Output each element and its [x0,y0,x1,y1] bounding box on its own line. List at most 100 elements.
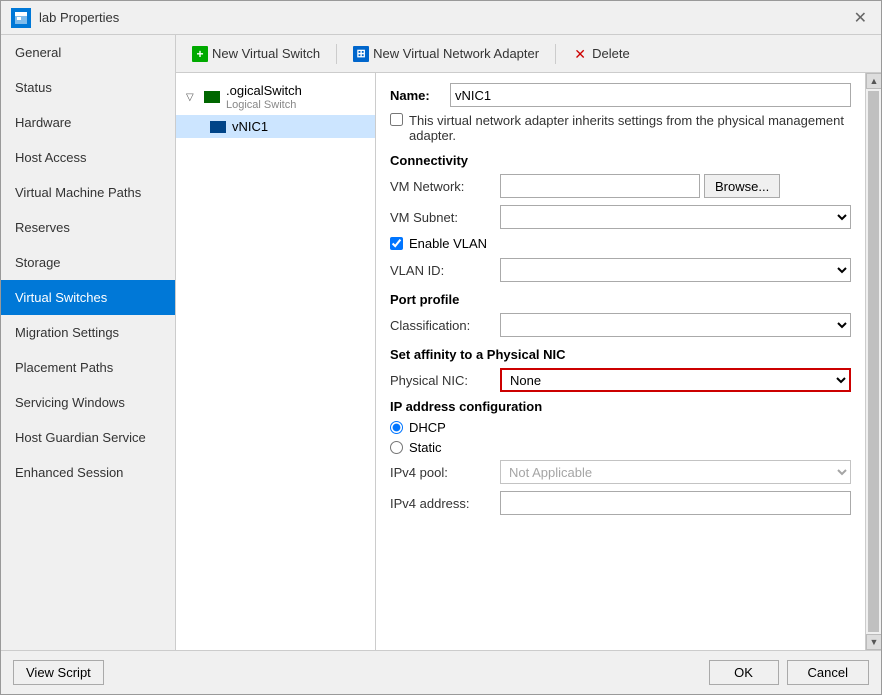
ipv4-pool-select[interactable]: Not Applicable [500,460,851,484]
main-content: General Status Hardware Host Access Virt… [1,35,881,650]
new-switch-icon: + [192,46,208,62]
classification-row: Classification: [390,313,851,337]
classification-label: Classification: [390,318,500,333]
sidebar-item-status[interactable]: Status [1,70,175,105]
title-bar: lab Properties ✕ [1,1,881,35]
ipv4-pool-row: IPv4 pool: Not Applicable [390,460,851,484]
name-row: Name: [390,83,851,107]
physical-nic-select[interactable]: None [500,368,851,392]
new-virtual-switch-button[interactable]: + New Virtual Switch [186,43,326,65]
bottom-bar: View Script OK Cancel [1,650,881,694]
vm-subnet-label: VM Subnet: [390,210,500,225]
ipv4-address-value [500,491,851,515]
tree-switch-node[interactable]: ▽ .ogicalSwitch Logical Switch [176,79,375,115]
tree-pane: ▽ .ogicalSwitch Logical Switch vNIC1 [176,73,376,650]
connectivity-header: Connectivity [390,153,851,168]
scroll-up-arrow[interactable]: ▲ [866,73,881,89]
tree-switch-container: .ogicalSwitch Logical Switch [226,83,302,111]
enable-vlan-label: Enable VLAN [409,236,487,251]
tree-nic-node[interactable]: vNIC1 [176,115,375,138]
classification-value [500,313,851,337]
port-profile-header: Port profile [390,292,851,307]
sidebar-item-host-access[interactable]: Host Access [1,140,175,175]
scrollbar: ▲ ▼ [865,73,881,650]
panel-body: ▽ .ogicalSwitch Logical Switch vNIC1 [176,73,881,650]
sidebar-item-guardian[interactable]: Host Guardian Service [1,420,175,455]
sidebar-item-enhanced[interactable]: Enhanced Session [1,455,175,490]
window-title: lab Properties [39,10,119,25]
tree-switch-label: .ogicalSwitch [226,83,302,98]
ipv4-address-label: IPv4 address: [390,496,500,511]
detail-pane: Name: This virtual network adapter inher… [376,73,865,650]
tree-nic-label: vNIC1 [232,119,268,134]
name-input[interactable] [450,83,851,107]
new-adapter-icon: ⊞ [353,46,369,62]
switch-icon [204,91,220,103]
sidebar-scroll: General Status Hardware Host Access Virt… [1,35,175,650]
vlan-id-row: VLAN ID: [390,258,851,282]
tree-expand-icon: ▽ [186,92,200,103]
bottom-left: View Script [13,660,104,685]
sidebar-item-servicing[interactable]: Servicing Windows [1,385,175,420]
dhcp-label: DHCP [409,420,446,435]
sidebar-item-general[interactable]: General [1,35,175,70]
vm-subnet-select[interactable] [500,205,851,229]
main-window: lab Properties ✕ General Status Hardware… [0,0,882,695]
ok-button[interactable]: OK [709,660,779,685]
vlan-id-value [500,258,851,282]
vm-network-row: VM Network: Browse... [390,174,851,198]
ipv4-pool-value: Not Applicable [500,460,851,484]
ipv4-address-input[interactable] [500,491,851,515]
cancel-button[interactable]: Cancel [787,660,869,685]
scroll-down-arrow[interactable]: ▼ [866,634,881,650]
title-bar-left: lab Properties [11,8,119,28]
enable-vlan-checkbox[interactable] [390,237,403,250]
delete-label: Delete [592,46,630,61]
static-row: Static [390,440,851,455]
tree-switch-sublabel: Logical Switch [226,99,302,111]
static-label: Static [409,440,442,455]
dhcp-radio[interactable] [390,421,403,434]
ipv4-address-row: IPv4 address: [390,491,851,515]
enable-vlan-row: Enable VLAN [390,236,851,251]
inherits-row: This virtual network adapter inherits se… [390,113,851,143]
inherits-text: This virtual network adapter inherits se… [409,113,851,143]
scroll-thumb[interactable] [868,91,879,632]
vm-subnet-row: VM Subnet: [390,205,851,229]
close-button[interactable]: ✕ [850,8,871,28]
vm-subnet-value [500,205,851,229]
set-affinity-header: Set affinity to a Physical NIC [390,347,851,362]
delete-button[interactable]: ✕ Delete [566,43,636,65]
browse-button[interactable]: Browse... [704,174,780,198]
new-network-adapter-button[interactable]: ⊞ New Virtual Network Adapter [347,43,545,65]
dhcp-row: DHCP [390,420,851,435]
physical-nic-label: Physical NIC: [390,373,500,388]
physical-nic-value: None [500,368,851,392]
new-adapter-label: New Virtual Network Adapter [373,46,539,61]
view-script-button[interactable]: View Script [13,660,104,685]
window-icon [11,8,31,28]
toolbar-separator-2 [555,44,556,64]
toolbar: + New Virtual Switch ⊞ New Virtual Netwo… [176,35,881,73]
ip-config-header: IP address configuration [390,399,851,414]
sidebar-item-migration[interactable]: Migration Settings [1,315,175,350]
inherits-checkbox[interactable] [390,113,403,126]
toolbar-separator-1 [336,44,337,64]
sidebar-item-storage[interactable]: Storage [1,245,175,280]
bottom-right: OK Cancel [709,660,869,685]
sidebar-item-virtual-switches[interactable]: Virtual Switches [1,280,175,315]
vlan-id-select[interactable] [500,258,851,282]
sidebar-item-vm-paths[interactable]: Virtual Machine Paths [1,175,175,210]
sidebar-item-placement[interactable]: Placement Paths [1,350,175,385]
sidebar-item-reserves[interactable]: Reserves [1,210,175,245]
sidebar-item-hardware[interactable]: Hardware [1,105,175,140]
ipv4-pool-label: IPv4 pool: [390,465,500,480]
name-label: Name: [390,88,450,103]
sidebar: General Status Hardware Host Access Virt… [1,35,176,650]
static-radio[interactable] [390,441,403,454]
vlan-id-label: VLAN ID: [390,263,500,278]
vm-network-label: VM Network: [390,179,500,194]
classification-select[interactable] [500,313,851,337]
vm-network-input[interactable] [500,174,700,198]
right-panel: + New Virtual Switch ⊞ New Virtual Netwo… [176,35,881,650]
